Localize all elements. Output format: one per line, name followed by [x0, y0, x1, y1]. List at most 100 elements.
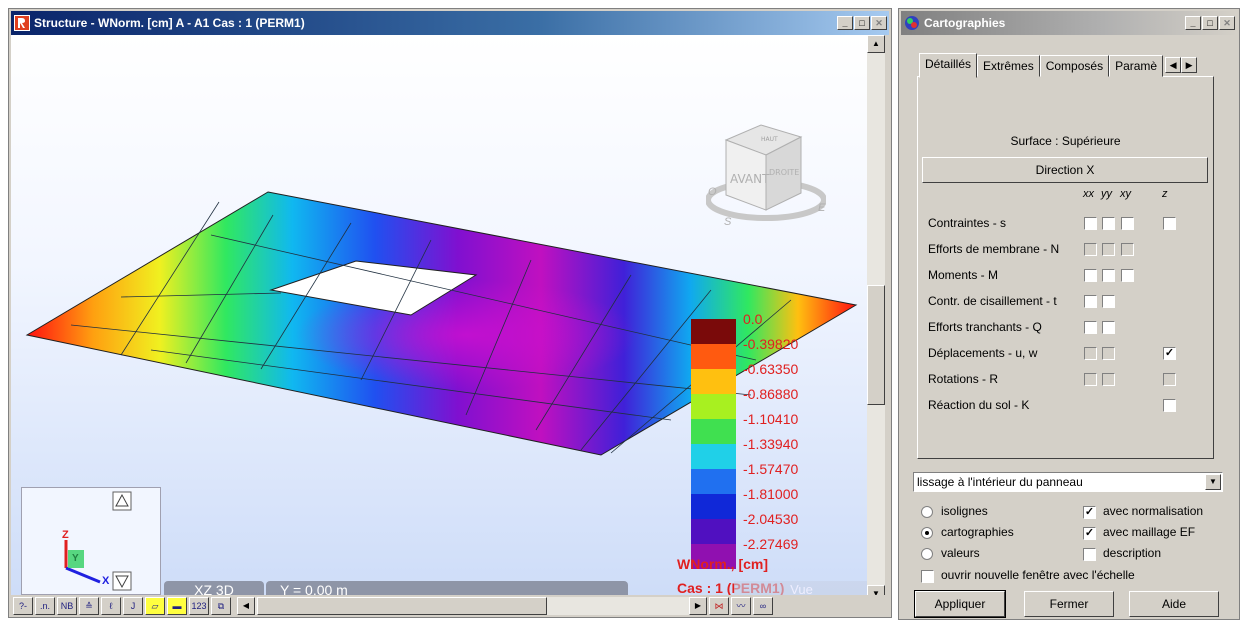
- legend-swatch: [691, 319, 736, 344]
- result-row-label: Contraintes - s: [928, 216, 1007, 230]
- vertical-scrollbar[interactable]: ▲ ▼: [867, 35, 885, 603]
- chevron-down-icon[interactable]: ▼: [1205, 474, 1221, 490]
- legend-value: -1.57470: [743, 461, 799, 477]
- maps-app-icon: [905, 16, 919, 30]
- member-tool-icon[interactable]: J: [123, 597, 143, 615]
- checkbox-xy[interactable]: [1121, 243, 1134, 256]
- legend-value: -0.39820: [743, 336, 799, 352]
- checkbox-yy[interactable]: [1102, 217, 1115, 230]
- legend-swatch: [691, 344, 736, 369]
- view-toolbar: ?- .n. NB ≙ ℓ J ▱ ▬ 123 ⧉ ◀ ▶ ⋈ 〰 ∞: [11, 595, 887, 617]
- scroll-right-button[interactable]: ▶: [689, 597, 707, 615]
- checkbox-xx[interactable]: [1084, 217, 1097, 230]
- direction-button[interactable]: Direction X: [922, 157, 1208, 183]
- new-window-checkbox[interactable]: [921, 570, 934, 583]
- structure-window-title: Structure - WNorm. [cm] A - A1 Cas : 1 (…: [34, 16, 305, 30]
- radio-isolignes[interactable]: [921, 506, 933, 518]
- legend-unit: WNorm., [cm]: [677, 556, 768, 572]
- checkbox-z[interactable]: [1163, 217, 1176, 230]
- surface-label: Surface : Supérieure: [1010, 134, 1121, 148]
- checkbox-xx[interactable]: [1084, 269, 1097, 282]
- checkbox-xy[interactable]: [1121, 269, 1134, 282]
- axis-y-label: Y: [72, 553, 79, 564]
- horizontal-scroll-thumb[interactable]: [257, 597, 547, 615]
- close-button[interactable]: ✕: [1219, 16, 1235, 30]
- legend-swatch: [691, 394, 736, 419]
- horizontal-scrollbar[interactable]: ◀ ▶: [237, 597, 707, 615]
- glasses-icon[interactable]: ∞: [753, 597, 773, 615]
- option-checkbox[interactable]: ✓: [1083, 506, 1096, 519]
- maximize-button[interactable]: □: [1202, 16, 1218, 30]
- result-row-label: Moments - M: [928, 268, 999, 282]
- loads-tool-icon[interactable]: ℓ: [101, 597, 121, 615]
- tab-panel-detailed: Surface : Supérieure Direction X xx yy xy z…: [917, 76, 1214, 459]
- checkbox-yy[interactable]: [1102, 269, 1115, 282]
- compass-east: E: [818, 202, 826, 214]
- view-cube[interactable]: HAUT AVANT DROITE O S E: [705, 115, 827, 228]
- tab-detailed[interactable]: Détaillés: [919, 53, 978, 78]
- smoothing-select[interactable]: lissage à l'intérieur du panneau ▼: [913, 472, 1223, 492]
- result-row-label: Efforts tranchants - Q: [928, 320, 1042, 334]
- axes-indicator: Z Y X: [21, 487, 161, 595]
- values-tool-icon[interactable]: 123: [189, 597, 209, 615]
- cartographies-titlebar[interactable]: Cartographies _ □ ✕: [901, 11, 1237, 35]
- layout-tool-icon[interactable]: ⧉: [211, 597, 231, 615]
- scroll-left-button[interactable]: ◀: [237, 597, 255, 615]
- checkbox-yy[interactable]: [1102, 295, 1115, 308]
- checkbox-yy[interactable]: [1102, 347, 1115, 360]
- close-dialog-button[interactable]: Fermer: [1024, 591, 1114, 617]
- checkbox-xx[interactable]: [1084, 373, 1097, 386]
- result-row-label: Efforts de membrane - N: [928, 242, 1060, 256]
- legend-swatch: [691, 444, 736, 469]
- checkbox-yy[interactable]: [1102, 243, 1115, 256]
- robot-app-icon: [14, 15, 30, 31]
- maximize-button[interactable]: □: [854, 16, 870, 30]
- bar-tool-icon[interactable]: ▬: [167, 597, 187, 615]
- tab-composed[interactable]: Composés: [1039, 55, 1110, 77]
- help-button[interactable]: Aide: [1129, 591, 1219, 617]
- tab-scroll-left-icon[interactable]: ◀: [1165, 57, 1182, 73]
- checkbox-z[interactable]: [1163, 399, 1176, 412]
- option-checkbox[interactable]: [1083, 548, 1096, 561]
- tab-extremes[interactable]: Extrêmes: [977, 55, 1040, 77]
- legend-swatch: [691, 369, 736, 394]
- tab-scroll-right-icon[interactable]: ▶: [1181, 57, 1198, 73]
- legend-value: -1.10410: [743, 411, 799, 427]
- legend-value: -1.81000: [743, 486, 799, 502]
- checkbox-xx[interactable]: [1084, 295, 1097, 308]
- smoothing-select-value: lissage à l'intérieur du panneau: [917, 475, 1083, 489]
- vertical-scroll-thumb[interactable]: [867, 285, 885, 405]
- checkbox-xx[interactable]: [1084, 243, 1097, 256]
- panel-tool-icon[interactable]: ▱: [145, 597, 165, 615]
- column-header-yy: yy: [1101, 188, 1112, 200]
- help-tool-icon[interactable]: ?-: [13, 597, 33, 615]
- node-tool-icon[interactable]: .n.: [35, 597, 55, 615]
- checkbox-z[interactable]: [1163, 373, 1176, 386]
- close-button[interactable]: ✕: [871, 16, 887, 30]
- legend-value: -2.04530: [743, 511, 799, 527]
- checkbox-xx[interactable]: [1084, 347, 1097, 360]
- wave-icon[interactable]: 〰: [731, 597, 751, 615]
- radio-cartographies[interactable]: [921, 527, 933, 539]
- radio-label: valeurs: [941, 546, 980, 560]
- cartographies-window-title: Cartographies: [924, 16, 1006, 30]
- checkbox-yy[interactable]: [1102, 321, 1115, 334]
- checkbox-xy[interactable]: [1121, 217, 1134, 230]
- numbering-tool-icon[interactable]: NB: [57, 597, 77, 615]
- 3d-viewport[interactable]: HAUT AVANT DROITE O S E 0.0 -0.39820 -0.63…: [11, 35, 867, 603]
- minimize-button[interactable]: _: [837, 16, 853, 30]
- tab-parameters[interactable]: Paramè: [1109, 55, 1164, 77]
- apply-button[interactable]: Appliquer: [914, 590, 1006, 618]
- compass-west: O: [708, 186, 717, 198]
- supports-tool-icon[interactable]: ≙: [79, 597, 99, 615]
- structure-titlebar[interactable]: Structure - WNorm. [cm] A - A1 Cas : 1 (…: [11, 11, 889, 35]
- checkbox-yy[interactable]: [1102, 373, 1115, 386]
- scroll-up-button[interactable]: ▲: [867, 35, 885, 53]
- axis-x-label: X: [102, 575, 110, 587]
- minimize-button[interactable]: _: [1185, 16, 1201, 30]
- display-options-icon[interactable]: ⋈: [709, 597, 729, 615]
- checkbox-z[interactable]: ✓: [1163, 347, 1176, 360]
- option-checkbox[interactable]: ✓: [1083, 527, 1096, 540]
- radio-valeurs[interactable]: [921, 548, 933, 560]
- checkbox-xx[interactable]: [1084, 321, 1097, 334]
